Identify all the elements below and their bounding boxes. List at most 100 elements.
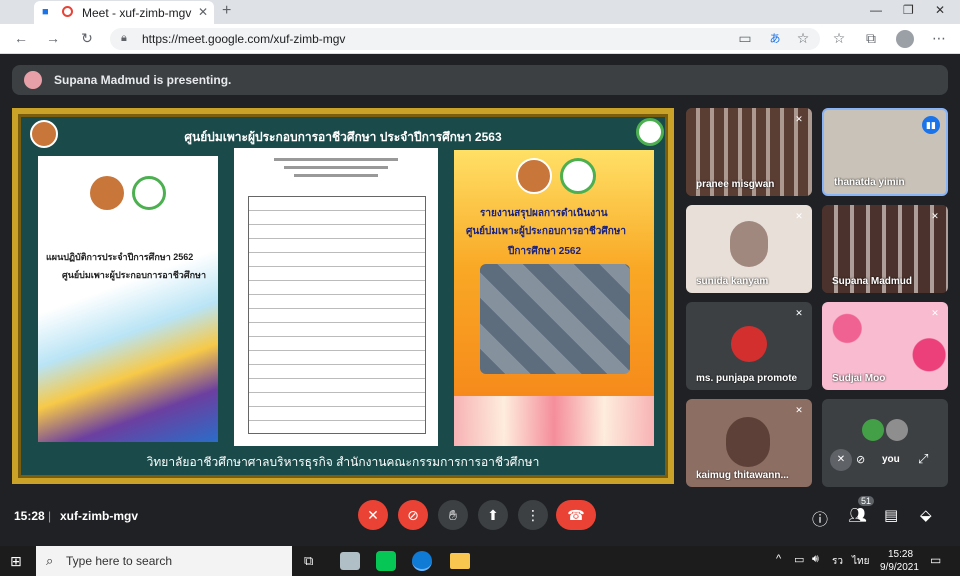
more-menu-icon[interactable]: ⋯ bbox=[930, 30, 948, 47]
translate-icon[interactable]: あ bbox=[766, 30, 784, 46]
participant-tile[interactable]: ✕ sunida kanyam bbox=[686, 205, 812, 293]
report-logo bbox=[516, 158, 552, 194]
report-cover-title-3: ปีการศึกษา 2562 bbox=[508, 246, 582, 257]
notifications-icon[interactable]: ▭ bbox=[930, 553, 941, 567]
restore-icon[interactable]: ❐ bbox=[903, 3, 914, 17]
participant-name: thanatda yimin bbox=[834, 177, 905, 188]
speaking-indicator-icon: ▮▮ bbox=[922, 116, 940, 134]
reload-icon[interactable]: ↻ bbox=[78, 30, 96, 47]
camera-icon: ■ bbox=[42, 6, 49, 18]
paint-app-icon[interactable] bbox=[340, 552, 360, 570]
self-name: you bbox=[882, 454, 900, 465]
self-avatar-2 bbox=[886, 419, 908, 441]
plan-cover-title-2: ศูนย์บ่มเพาะผู้ประกอบการอาชีวศึกษา bbox=[62, 270, 207, 280]
report-logo-2 bbox=[560, 158, 596, 194]
windows-taskbar: ⊞ ⌕ Type here to search ⧉ ^ ▭ 🔊︎ รว ไทย … bbox=[0, 546, 960, 576]
activities-icon[interactable]: ⬙ bbox=[920, 506, 932, 524]
participant-tile[interactable]: ✕ ms. punjapa promote bbox=[686, 302, 812, 390]
chat-icon[interactable]: ▤ bbox=[884, 506, 898, 524]
meet-tab[interactable]: ■ Meet - xuf-zimb-mgv ✕ bbox=[34, 1, 214, 24]
line-app-icon[interactable] bbox=[376, 551, 396, 571]
file-explorer-icon[interactable] bbox=[450, 553, 470, 569]
participant-tile[interactable]: ✕ Sudjai Moo bbox=[822, 302, 948, 390]
report-cover: รายงานสรุปผลการดำเนินงาน ศูนย์บ่มเพาะผู้… bbox=[454, 150, 654, 446]
mic-off-icon: ✕ bbox=[931, 308, 939, 318]
self-camera-off-icon[interactable]: ⊘ bbox=[856, 453, 865, 466]
fullscreen-icon[interactable]: ⤢ bbox=[918, 451, 928, 467]
network-icon[interactable]: ▭ bbox=[794, 553, 804, 566]
search-icon: ⌕ bbox=[46, 553, 54, 568]
favorites-icon[interactable]: ☆ bbox=[830, 30, 848, 47]
shared-screen: ศูนย์บ่มเพาะผู้ประกอบการอาชีวศึกษา ประจำ… bbox=[12, 108, 674, 484]
new-tab-button[interactable]: + bbox=[222, 2, 231, 20]
participant-tile[interactable]: ✕ Supana Madmud bbox=[822, 205, 948, 293]
mic-off-icon: ✕ bbox=[795, 114, 803, 124]
raise-hand-button[interactable]: ✋︎ bbox=[438, 500, 468, 530]
self-mic-off-icon[interactable]: ✕ bbox=[830, 449, 852, 471]
activity-table bbox=[248, 196, 426, 434]
participant-tile[interactable]: ✕ pranee misgwan bbox=[686, 108, 812, 196]
microphone-toggle-button[interactable]: ✕ bbox=[358, 500, 388, 530]
tray-chevron-icon[interactable]: ^ bbox=[776, 553, 781, 565]
presenter-avatar bbox=[24, 71, 42, 89]
plan-cover: แผนปฏิบัติการประจำปีการศึกษา 2562 ศูนย์บ… bbox=[38, 156, 218, 442]
mic-off-icon: ✕ bbox=[931, 211, 939, 221]
back-icon[interactable]: ← bbox=[12, 30, 30, 46]
presenting-banner: Supana Madmud is presenting. bbox=[12, 65, 948, 95]
address-bar[interactable]: 🔒︎ https://meet.google.com/xuf-zimb-mgv bbox=[110, 28, 820, 50]
flower-border bbox=[454, 396, 654, 446]
taskbar-search[interactable]: ⌕ Type here to search bbox=[36, 546, 292, 576]
language-indicator[interactable]: ไทย bbox=[852, 554, 869, 569]
task-view-icon[interactable]: ⧉ bbox=[304, 553, 313, 569]
recording-icon bbox=[62, 6, 73, 17]
activity-table-document bbox=[234, 148, 438, 446]
participant-name: kaimug thitawann... bbox=[696, 470, 789, 481]
meeting-controls: 15:28 | xuf-zimb-mgv ✕ ⊘ ✋︎ ⬆ ⋮ ☎ ⓘ 👥︎ 5… bbox=[0, 494, 960, 538]
participant-name: pranee misgwan bbox=[696, 179, 775, 190]
participant-tile[interactable]: ✕ kaimug thitawann... bbox=[686, 399, 812, 487]
meeting-separator: | bbox=[48, 509, 52, 523]
camera-toggle-button[interactable]: ⊘ bbox=[398, 500, 428, 530]
report-cover-title-1: รายงานสรุปผลการดำเนินงาน bbox=[480, 208, 608, 219]
edge-app-icon[interactable] bbox=[412, 551, 432, 571]
close-tab-icon[interactable]: ✕ bbox=[198, 5, 208, 19]
slide-footer: วิทยาลัยอาชีวศึกษาศาลบริหารธุรกิจ สำนักง… bbox=[146, 455, 540, 469]
self-tile[interactable]: ✕ ⊘ you ⤢ bbox=[822, 399, 948, 487]
windows-start-icon[interactable]: ⊞ bbox=[10, 553, 22, 570]
mic-off-icon: ✕ bbox=[795, 405, 803, 415]
close-window-icon[interactable]: ✕ bbox=[935, 3, 945, 17]
bookmark-star-icon[interactable]: ☆ bbox=[794, 30, 812, 47]
volume-icon[interactable]: 🔊︎ bbox=[812, 553, 819, 566]
minimize-icon[interactable]: — bbox=[870, 3, 882, 17]
clock-time[interactable]: 15:28 bbox=[888, 549, 913, 560]
lock-icon: 🔒︎ bbox=[121, 32, 127, 44]
meeting-details-icon[interactable]: ⓘ bbox=[812, 506, 828, 530]
browser-tab-bar: ■ Meet - xuf-zimb-mgv ✕ + — ❐ ✕ bbox=[0, 0, 960, 24]
more-options-button[interactable]: ⋮ bbox=[518, 500, 548, 530]
people-icon[interactable]: 👥︎ bbox=[848, 506, 867, 524]
meeting-code: xuf-zimb-mgv bbox=[60, 509, 138, 523]
url-text: https://meet.google.com/xuf-zimb-mgv bbox=[142, 32, 346, 46]
forward-icon[interactable]: → bbox=[44, 30, 62, 46]
clock-date[interactable]: 9/9/2021 bbox=[880, 562, 919, 573]
profile-avatar[interactable] bbox=[896, 30, 914, 48]
plan-cover-title-1: แผนปฏิบัติการประจำปีการศึกษา 2562 bbox=[46, 252, 194, 262]
self-avatar bbox=[862, 419, 884, 441]
presenting-text: Supana Madmud is presenting. bbox=[54, 73, 232, 87]
leave-call-button[interactable]: ☎ bbox=[556, 500, 596, 530]
tab-title: Meet - xuf-zimb-mgv bbox=[82, 6, 192, 20]
mic-off-icon: ✕ bbox=[795, 211, 803, 221]
present-now-button[interactable]: ⬆ bbox=[478, 500, 508, 530]
video-camera-icon[interactable]: ▭ bbox=[736, 30, 754, 47]
slide-header: ศูนย์บ่มเพาะผู้ประกอบการอาชีวศึกษา ประจำ… bbox=[184, 130, 502, 144]
meeting-time: 15:28 bbox=[14, 509, 45, 523]
mic-off-icon: ✕ bbox=[795, 308, 803, 318]
participant-name: sunida kanyam bbox=[696, 276, 769, 287]
cover-logo bbox=[90, 176, 124, 210]
cover-logo-2 bbox=[132, 176, 166, 210]
participant-tile-active[interactable]: ▮▮ thanatda yimin bbox=[822, 108, 948, 196]
participant-count-badge: 51 bbox=[858, 496, 875, 506]
collections-icon[interactable]: ⧉ bbox=[862, 30, 880, 47]
ime-icon[interactable]: รว bbox=[832, 554, 843, 569]
participant-avatar bbox=[731, 326, 767, 362]
